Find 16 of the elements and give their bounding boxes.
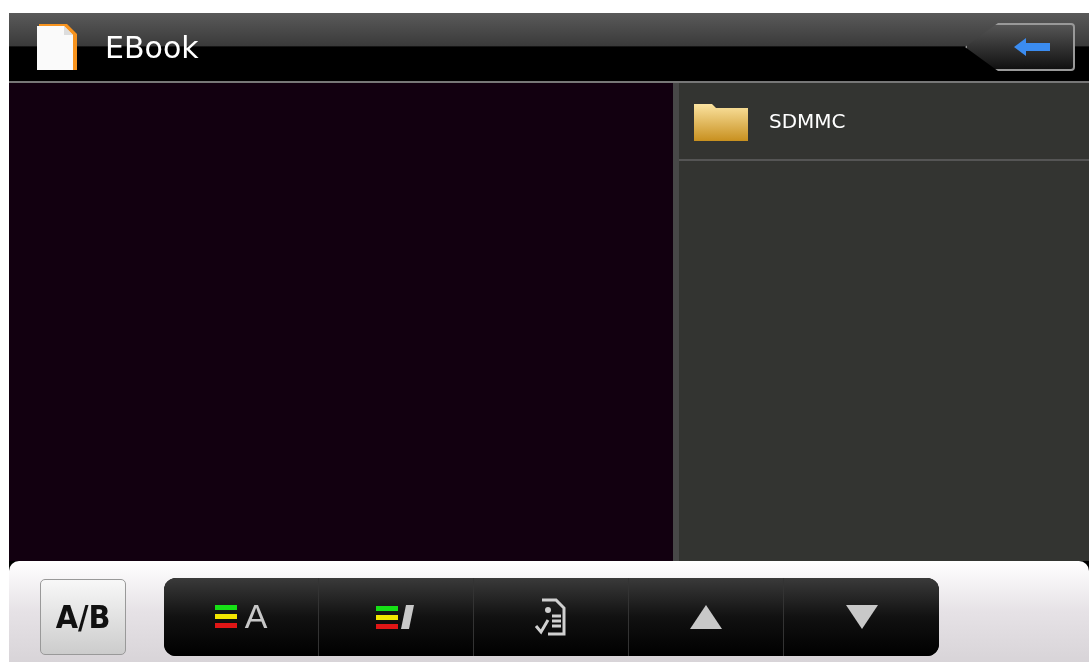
window-title: EBook [105, 29, 200, 65]
color-bars-icon [214, 605, 237, 628]
back-button[interactable] [965, 23, 1075, 71]
back-arrow-icon [1012, 37, 1052, 57]
document-check-icon [534, 597, 568, 636]
color-bars-pen-icon [376, 602, 416, 631]
pen-color-button[interactable] [319, 577, 474, 656]
up-triangle-icon [689, 603, 723, 630]
down-triangle-icon [844, 603, 879, 630]
page-up-button[interactable] [629, 577, 784, 656]
document-check-button[interactable] [474, 577, 629, 656]
mode-button[interactable]: A/B [40, 578, 126, 655]
file-name: SDMMC [769, 109, 846, 133]
page-down-button[interactable] [784, 577, 939, 656]
text-color-button[interactable]: A [164, 577, 319, 656]
file-row[interactable]: SDMMC [679, 83, 1089, 161]
